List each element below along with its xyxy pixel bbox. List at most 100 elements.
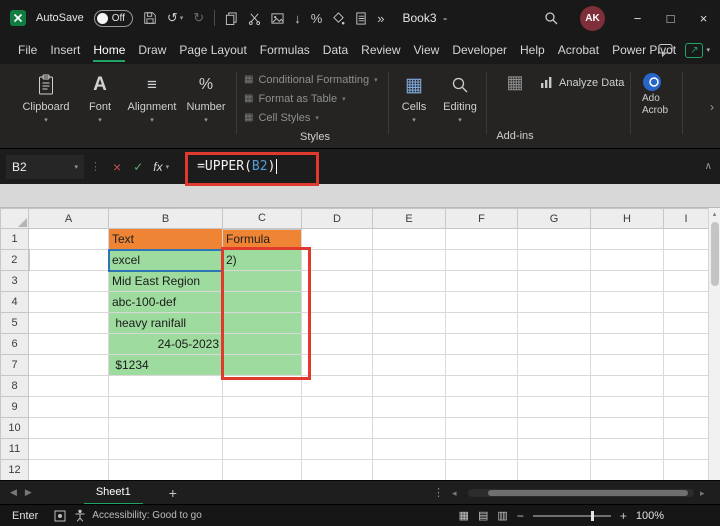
sheet-nav-left-icon[interactable]: ◀: [10, 487, 17, 498]
comments-icon[interactable]: [658, 43, 673, 57]
cell[interactable]: [28, 438, 109, 460]
cell[interactable]: [590, 291, 664, 313]
cell[interactable]: [301, 396, 373, 418]
cell[interactable]: [590, 270, 664, 292]
cell[interactable]: [445, 333, 518, 355]
cell-A6[interactable]: [28, 333, 109, 355]
cell[interactable]: [301, 249, 373, 271]
menu-page-layout[interactable]: Page Layout: [179, 36, 246, 64]
cell[interactable]: [372, 249, 446, 271]
cell[interactable]: [663, 459, 709, 480]
cell[interactable]: [301, 417, 373, 439]
cell[interactable]: [445, 459, 518, 480]
new-sheet-button[interactable]: +: [169, 485, 177, 501]
cell[interactable]: [517, 228, 591, 250]
zoom-slider-knob[interactable]: [590, 510, 594, 521]
cell[interactable]: [590, 438, 664, 460]
horizontal-scroll-thumb[interactable]: [488, 490, 688, 496]
cell[interactable]: [590, 354, 664, 376]
analyze-data-button[interactable]: Analyze Data: [540, 76, 624, 89]
sheet-nav-right-icon[interactable]: ▶: [25, 487, 32, 498]
cell[interactable]: [663, 333, 709, 355]
cell[interactable]: [301, 333, 373, 355]
scroll-left-icon[interactable]: ◂: [452, 488, 457, 499]
search-icon[interactable]: [544, 11, 558, 25]
cell-A2[interactable]: [28, 249, 109, 271]
cell-B2[interactable]: excel: [108, 249, 223, 271]
cell[interactable]: [222, 375, 302, 397]
column-header-C[interactable]: C: [222, 208, 302, 230]
cell[interactable]: [517, 375, 591, 397]
cell[interactable]: [663, 375, 709, 397]
avatar[interactable]: AK: [580, 5, 605, 31]
cell[interactable]: [301, 354, 373, 376]
font-group-button[interactable]: A Font ▾: [80, 72, 120, 124]
menu-formulas[interactable]: Formulas: [260, 36, 310, 64]
cell[interactable]: [445, 375, 518, 397]
cell[interactable]: [663, 396, 709, 418]
close-button[interactable]: ×: [687, 0, 720, 36]
column-header-B[interactable]: B: [108, 208, 223, 229]
cell[interactable]: [445, 417, 518, 439]
page-layout-view-icon[interactable]: ▤: [478, 509, 488, 522]
cell-B5[interactable]: heavy ranifall: [108, 312, 223, 334]
percent-style-icon[interactable]: %: [311, 11, 323, 26]
cell[interactable]: [590, 312, 664, 334]
cell[interactable]: [372, 417, 446, 439]
cell[interactable]: [663, 417, 709, 439]
column-header-G[interactable]: G: [517, 208, 591, 229]
cell[interactable]: [445, 396, 518, 418]
cell-C1[interactable]: Formula: [222, 228, 302, 250]
cell[interactable]: [517, 270, 591, 292]
menu-help[interactable]: Help: [520, 36, 545, 64]
cell[interactable]: [445, 228, 518, 250]
cell[interactable]: [372, 333, 446, 355]
select-all-corner[interactable]: [0, 208, 29, 229]
cell[interactable]: [517, 417, 591, 439]
cell-C7[interactable]: [222, 354, 302, 376]
row-header-9[interactable]: 9: [0, 396, 29, 418]
autosave-toggle[interactable]: Off: [93, 9, 133, 27]
menu-home[interactable]: Home: [93, 36, 126, 64]
cell[interactable]: [372, 354, 446, 376]
cell-A4[interactable]: [28, 291, 109, 313]
zoom-in-icon[interactable]: +: [620, 509, 627, 523]
cell[interactable]: [445, 438, 518, 460]
cell[interactable]: [28, 459, 109, 480]
cell[interactable]: [517, 249, 591, 271]
add-ins-group-button[interactable]: ▦ Add-ins: [492, 72, 538, 142]
conditional-formatting-button[interactable]: ▦ Conditional Formatting ▾: [244, 70, 386, 89]
maximize-button[interactable]: □: [654, 0, 687, 36]
excel-logo-icon[interactable]: [10, 10, 26, 26]
name-box[interactable]: B2 ▾: [6, 154, 84, 179]
cell-C4[interactable]: [222, 291, 302, 313]
share-button[interactable]: ↗ ▾: [685, 42, 710, 58]
menu-file[interactable]: File: [18, 36, 37, 64]
tabbar-divider-icon[interactable]: ⋮: [433, 486, 444, 499]
cell[interactable]: [301, 270, 373, 292]
cell-B7[interactable]: $1234: [108, 354, 223, 376]
cell-C6[interactable]: [222, 333, 302, 355]
cell[interactable]: [301, 459, 373, 480]
cell[interactable]: [517, 354, 591, 376]
cell[interactable]: [590, 333, 664, 355]
cell[interactable]: [108, 438, 223, 460]
cell[interactable]: [222, 459, 302, 480]
cell[interactable]: [108, 417, 223, 439]
page-break-view-icon[interactable]: ▥: [497, 509, 507, 522]
cell[interactable]: [301, 438, 373, 460]
cell[interactable]: [590, 417, 664, 439]
cell[interactable]: [372, 312, 446, 334]
row-header-2[interactable]: 2: [0, 249, 30, 271]
expand-formula-bar-icon[interactable]: ∧: [705, 161, 712, 172]
cell[interactable]: [517, 438, 591, 460]
row-header-12[interactable]: 12: [0, 459, 29, 480]
cell[interactable]: [372, 270, 446, 292]
cell[interactable]: [372, 228, 446, 250]
cell[interactable]: [663, 228, 709, 250]
cell[interactable]: [372, 291, 446, 313]
cell[interactable]: [517, 459, 591, 480]
cell[interactable]: [301, 291, 373, 313]
row-header-3[interactable]: 3: [0, 270, 29, 292]
cell-B6[interactable]: 24-05-2023: [108, 333, 223, 355]
